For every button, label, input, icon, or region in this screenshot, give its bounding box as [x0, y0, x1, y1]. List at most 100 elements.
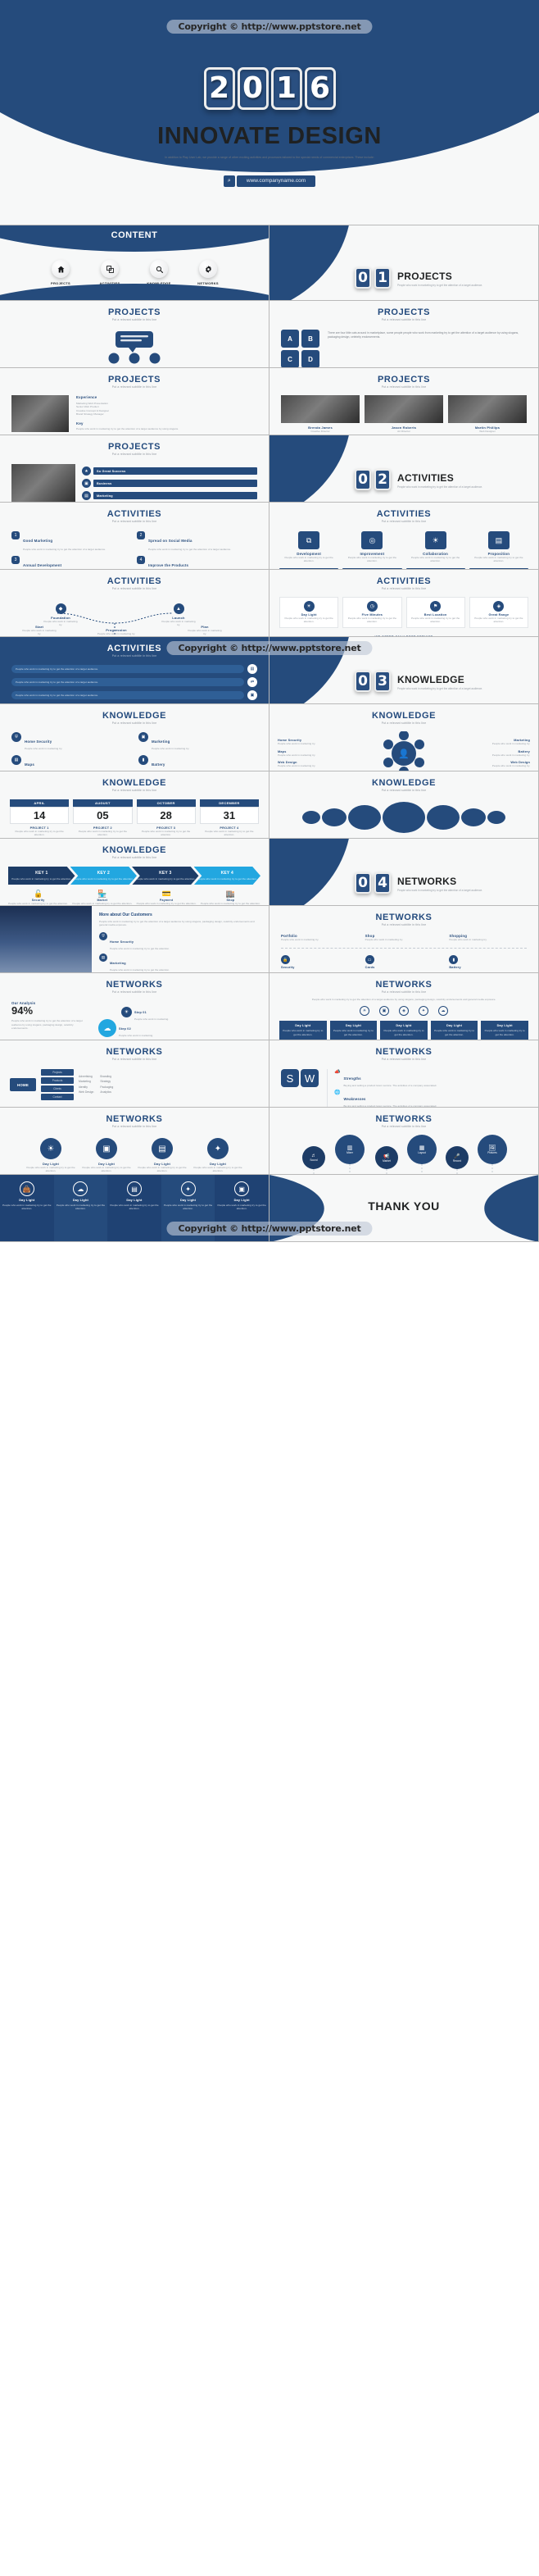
knowledge-item[interactable]: Home Security People who work in marketin… [278, 739, 343, 745]
slide-knowledge-dates[interactable]: KNOWLEDGE Put a relevant subtitle in thi… [0, 771, 270, 839]
activity-item[interactable]: 1 Good Marketing People who work in mark… [11, 531, 132, 551]
tree-leaf[interactable]: Web Design [79, 1090, 93, 1095]
slide-knowledge-inbound[interactable]: KNOWLEDGE Put a relevant subtitle in thi… [270, 771, 539, 839]
tree-root[interactable]: HOME [10, 1078, 36, 1091]
slide-activities-grid[interactable]: ACTIVITIES Put a relevant subtitle in th… [270, 570, 539, 637]
slide-section-04[interactable]: 0 4 NETWORKS People who work in marketin… [270, 839, 539, 906]
tree-branch[interactable]: Contact [41, 1094, 74, 1100]
grid-cell[interactable]: ◷ Five Minutes People who work in market… [342, 597, 402, 628]
knowledge-item[interactable]: ▣ Marketing People who work in marketing… [138, 732, 257, 750]
bubble-item[interactable]: ▣ Day Light People who work in marketing… [82, 1138, 131, 1173]
slide-networks-city[interactable]: More about Our Customers People who work… [0, 906, 270, 973]
date-card[interactable]: AUGUST 05 PROJECT 2 People who work in m… [73, 799, 133, 837]
bubble-item[interactable]: ✦ Day Light People who work in marketing… [193, 1138, 242, 1173]
grid-cell[interactable]: ◈ Great Range People who work in marketi… [469, 597, 528, 628]
flow-node[interactable]: Progression People who work in marketing… [97, 628, 136, 635]
tree-leaf[interactable]: Marketing [79, 1080, 93, 1084]
network-card[interactable]: Day Light People who work in marketing t… [430, 1021, 478, 1040]
team-member[interactable]: Martin Phillips Web Designer People who … [448, 395, 527, 435]
key-bottom-item[interactable]: 🏪 Market People who work in marketing tr… [72, 890, 132, 905]
grid-cell[interactable]: ☀ Day Light People who work in marketing… [279, 597, 339, 628]
heart-icon[interactable]: C [281, 350, 299, 367]
date-card[interactable]: DECEMBER 31 PROJECT 4 People who work in… [199, 799, 259, 837]
pin-bubble[interactable]: ♬ Sound [302, 1146, 325, 1169]
tree-leaf[interactable]: Analytics [100, 1090, 115, 1095]
knowledge-item[interactable]: ▤ Maps People who work in marketing try. [11, 755, 130, 771]
bubble-item[interactable]: ▤ Day Light People who work in marketing… [138, 1138, 187, 1173]
knowledge-item[interactable]: Marketing People who work in marketing tr… [464, 739, 530, 745]
flow-node[interactable]: ◆ Foundation People who work in marketin… [43, 603, 79, 627]
timeline-bottom-item[interactable]: 🔒 Security [281, 955, 359, 969]
tree-branch[interactable]: Clients [41, 1085, 74, 1092]
timeline-bottom-item[interactable]: ▭ Cards [365, 955, 443, 969]
slide-projects-chat[interactable]: PROJECTS Put a relevant subtitle in this… [0, 301, 270, 368]
slide-networks-pins[interactable]: NETWORKS Put a relevant subtitle in this… [270, 1108, 539, 1175]
analysis-step[interactable]: ☁ Step 02 People who work in marketing. [98, 1019, 153, 1038]
key-bottom-item[interactable]: 💳 Payment People who work in marketing t… [137, 890, 197, 905]
tree-leaf[interactable]: Advertising [79, 1075, 93, 1079]
activity-item[interactable]: 3 Annual Development People who work in … [11, 556, 132, 569]
tree-leaf[interactable]: Strategy [100, 1080, 115, 1084]
pin-bubble[interactable]: ▦ Layout [407, 1135, 437, 1164]
slide-activities-cards[interactable]: ACTIVITIES Put a relevant subtitle in th… [270, 503, 539, 570]
knowledge-item[interactable]: ▮ Battery People who work in marketing t… [138, 755, 257, 771]
content-item-networks[interactable]: NETWORKS [190, 260, 226, 285]
network-card[interactable]: Day Light People who work in marketing t… [279, 1021, 327, 1040]
bar-row[interactable]: ▤ Marketing [82, 491, 257, 500]
wifi-icon[interactable]: D [301, 350, 319, 367]
knowledge-item[interactable]: Maps People who work in marketing try. [278, 750, 343, 757]
slide-knowledge-keys[interactable]: KNOWLEDGE Put a relevant subtitle in thi… [0, 839, 270, 906]
pin-bubble[interactable]: 📢 Market [375, 1146, 398, 1169]
swot-item[interactable]: 🌐 Weaknesses Buying and selling a produc… [334, 1090, 527, 1107]
slide-networks-swot[interactable]: NETWORKS Put a relevant subtitle in this… [270, 1040, 539, 1108]
key-chevron[interactable]: KEY 2 People who work in marketing try t… [70, 867, 137, 885]
timeline-bottom-item[interactable]: ▮ Battery [449, 955, 527, 969]
slide-content[interactable]: CONTENT PROJECTS ACTIVITIES [0, 225, 270, 301]
team-member[interactable]: Brenda James Creative Director People wh… [281, 395, 360, 435]
timeline-col[interactable]: Shop People who work in marketing try. [365, 934, 443, 941]
slide-projects-bars[interactable]: PROJECTS Put a relevant subtitle in this… [0, 435, 270, 503]
network-card[interactable]: Day Light People who work in marketing t… [380, 1021, 428, 1040]
tab-row[interactable]: People who work in marketing try to get … [11, 690, 257, 700]
timeline-col[interactable]: Portfolio People who work in marketing t… [281, 934, 359, 941]
activity-item[interactable]: 4 Improve the Products People who work i… [137, 556, 257, 569]
knowledge-item[interactable]: Web Design People who work in marketing t… [278, 761, 343, 767]
flow-node[interactable]: ▲ Launch People who work in marketing tr… [161, 603, 197, 627]
city-item[interactable]: ▤ Marketing People who work in marketing… [99, 953, 261, 972]
thankyou-column[interactable]: ▤ Day Light People who work in marketing… [107, 1175, 161, 1241]
knowledge-item[interactable]: ⛨ Home Security People who work in marke… [11, 732, 130, 750]
slide-projects-team[interactable]: PROJECTS Put a relevant subtitle in this… [270, 368, 539, 435]
slide-networks-cards[interactable]: NETWORKS Put a relevant subtitle in this… [270, 973, 539, 1040]
search-icon[interactable]: ⌕ [223, 175, 235, 187]
tree-leaf[interactable]: Branding [100, 1075, 115, 1079]
slide-activities-flow[interactable]: ACTIVITIES Put a relevant subtitle in th… [0, 570, 270, 637]
slide-networks-analysis[interactable]: NETWORKS Put a relevant subtitle in this… [0, 973, 270, 1040]
tree-branch[interactable]: Products [41, 1077, 74, 1084]
pin-bubble[interactable]: ▥ Mixer [335, 1135, 365, 1164]
date-card[interactable]: OCTOBER 28 PROJECT 3 People who work in … [136, 799, 196, 837]
grid-cell[interactable]: ⚑ Best Location People who work in marke… [405, 597, 465, 628]
bar-row[interactable]: ★ So Great Success [82, 467, 257, 476]
slide-networks-tree[interactable]: NETWORKS Put a relevant subtitle in this… [0, 1040, 270, 1108]
city-item[interactable]: ⛨ Home Security People who work in marke… [99, 931, 261, 950]
slide-knowledge-list[interactable]: KNOWLEDGE Put a relevant subtitle in thi… [0, 704, 270, 771]
activity-card[interactable]: ▤ Proposition People who work in marketi… [469, 531, 528, 563]
swot-item[interactable]: 📣 Strengths Buying and selling a product… [334, 1069, 527, 1087]
timeline-col[interactable]: Shopping People who work in marketing tr… [449, 934, 527, 941]
activity-card[interactable]: ◎ Improvement People who work in marketi… [342, 531, 401, 563]
cover-url-text[interactable]: www.companyname.com [236, 175, 316, 187]
slide-knowledge-hex[interactable]: KNOWLEDGE Put a relevant subtitle in thi… [270, 704, 539, 771]
content-item-activities[interactable]: ACTIVITIES [92, 260, 128, 285]
thankyou-column[interactable]: ☁ Day Light People who work in marketing… [53, 1175, 108, 1241]
cover-url-bar[interactable]: ⌕ www.companyname.com [0, 175, 539, 187]
activity-item[interactable]: 2 Spread on Social Media People who work… [137, 531, 257, 551]
content-item-projects[interactable]: PROJECTS [43, 260, 79, 285]
key-bottom-item[interactable]: 🔓 Security People who work in marketing … [8, 890, 68, 905]
slide-networks-bubbles[interactable]: NETWORKS Put a relevant subtitle in this… [0, 1108, 270, 1175]
tree-leaf[interactable]: Identity [79, 1085, 93, 1090]
flow-node[interactable]: Plan People who work in marketing try. [187, 625, 223, 636]
tab-row[interactable]: People who work in marketing try to get … [11, 677, 257, 687]
tree-branch[interactable]: Projects [41, 1069, 74, 1076]
key-bottom-item[interactable]: 🏬 Shop People who work in marketing try … [201, 890, 260, 905]
slide-activities-four[interactable]: ACTIVITIES Put a relevant subtitle in th… [0, 503, 270, 570]
